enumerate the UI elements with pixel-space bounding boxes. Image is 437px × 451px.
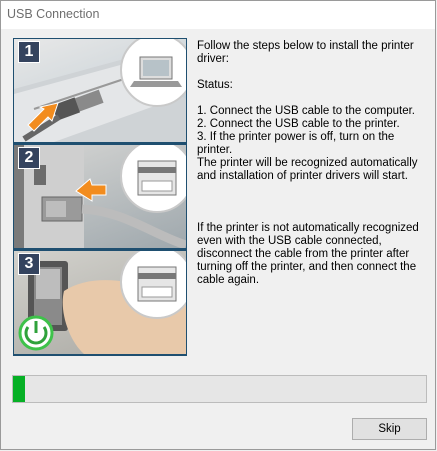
usb-connection-window: USB Connection 1 2 3 Follow the steps be…: [0, 0, 436, 450]
step-2-text: 2. Connect the USB cable to the printer.: [197, 118, 400, 130]
progress-fill: [13, 376, 26, 402]
step-2-number: 2: [18, 147, 40, 169]
skip-button[interactable]: Skip: [352, 418, 427, 440]
window-title: USB Connection: [7, 7, 100, 21]
step-3-text: 3. If the printer power is off, turn on …: [197, 131, 395, 156]
printer-icon: [120, 145, 186, 213]
printer-icon: [120, 251, 186, 319]
step-3-panel: 3: [14, 251, 186, 354]
title-bar: USB Connection: [1, 1, 435, 29]
step-3-number: 3: [18, 253, 40, 275]
intro-text: Follow the steps below to install the pr…: [197, 40, 414, 65]
laptop-icon: [120, 39, 186, 107]
step-1-text: 1. Connect the USB cable to the computer…: [197, 105, 415, 117]
instruction-illustration: 1 2 3: [13, 38, 187, 356]
step-1-panel: 1: [14, 39, 186, 142]
troubleshooting-note: If the printer is not automatically reco…: [197, 222, 419, 286]
recognized-text: The printer will be recognized automatic…: [197, 157, 418, 182]
instructions-text: Follow the steps below to install the pr…: [197, 40, 429, 287]
install-progress-bar: [12, 375, 427, 403]
step-2-panel: 2: [14, 145, 186, 248]
step-1-number: 1: [18, 41, 40, 63]
status-label: Status:: [197, 79, 233, 91]
